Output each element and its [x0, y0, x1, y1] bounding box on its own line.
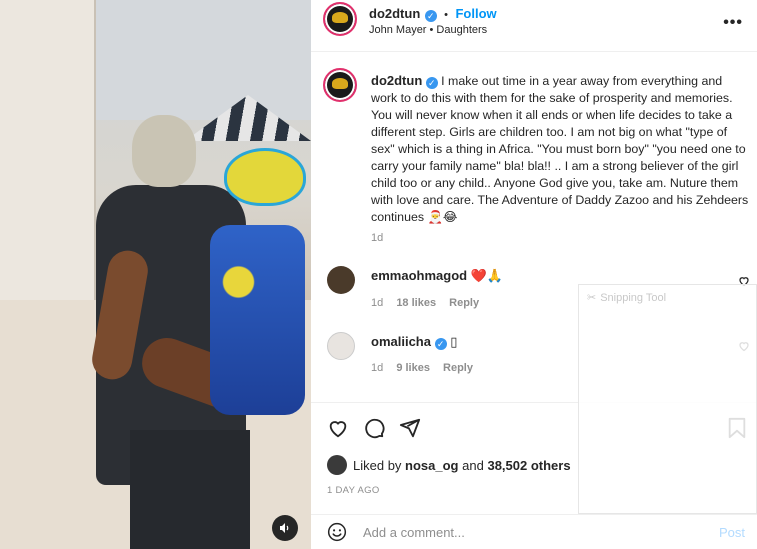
caption-text: I make out time in a year away from ever… [371, 74, 749, 224]
comment-input[interactable]: Add a comment... [363, 525, 465, 540]
audio-toggle-button[interactable] [272, 515, 298, 541]
liker-username[interactable]: nosa_og [405, 458, 458, 473]
author-avatar[interactable] [323, 2, 357, 36]
caption-username[interactable]: do2dtun [371, 73, 422, 88]
verified-icon: ✓ [425, 77, 438, 89]
comment-username[interactable]: emmaohmagod [371, 268, 467, 283]
comment-meta: 1d 18 likes Reply [371, 297, 479, 309]
comment-text: ❤️🙏 [470, 268, 504, 283]
caption-time: 1d [371, 232, 384, 244]
comment-meta: 1d 9 likes Reply [371, 362, 473, 374]
author-line: do2dtun ✓ • Follow [369, 5, 497, 23]
reply-button[interactable]: Reply [443, 362, 473, 374]
reply-button[interactable]: Reply [449, 297, 479, 309]
author-username[interactable]: do2dtun [369, 6, 420, 21]
post-comment-button[interactable]: Post [719, 525, 745, 540]
comment-avatar[interactable] [327, 266, 355, 294]
caption-avatar[interactable] [323, 68, 357, 102]
comment-likes[interactable]: 18 likes [396, 297, 436, 309]
post-date: 1 DAY AGO [327, 485, 380, 496]
add-comment-bar: Add a comment... Post [311, 514, 757, 549]
liker-avatar[interactable] [327, 455, 347, 475]
comment-avatar[interactable] [327, 332, 355, 360]
girl-figure [210, 225, 305, 415]
and-label: and [462, 458, 484, 473]
likes-summary: Liked by nosa_og and 38,502 others [353, 458, 571, 473]
man-legs [130, 430, 250, 549]
tent [0, 0, 96, 320]
snipping-tool-window[interactable]: ✂ Snipping Tool [578, 284, 757, 514]
more-options-icon[interactable]: ••• [723, 14, 743, 32]
like-heart-icon[interactable] [327, 417, 349, 439]
separator-dot: • [444, 9, 449, 21]
likes-count[interactable]: 38,502 others [487, 458, 570, 473]
comment-username[interactable]: omaliicha [371, 334, 431, 349]
scissors-icon: ✂ [587, 292, 597, 304]
audio-attribution[interactable]: John Mayer • Daughters [369, 24, 487, 36]
verified-icon: ✓ [434, 338, 447, 350]
comment-icon[interactable] [363, 417, 385, 439]
comment-time: 1d [371, 297, 384, 309]
comment-text: ▯ [450, 334, 458, 349]
comment-time: 1d [371, 362, 384, 374]
girl-headwrap [224, 148, 306, 206]
verified-icon: ✓ [424, 10, 437, 22]
comment-item: emmaohmagod ❤️🙏 [371, 268, 741, 284]
post-video[interactable] [0, 0, 311, 549]
post-header: do2dtun ✓ • Follow John Mayer • Daughter… [311, 0, 757, 52]
speaker-icon [280, 523, 289, 533]
comment-likes[interactable]: 9 likes [396, 362, 430, 374]
snipping-tool-title: ✂ Snipping Tool [587, 292, 667, 304]
liked-by-label: Liked by [353, 458, 402, 473]
follow-button[interactable]: Follow [455, 6, 496, 21]
caption: do2dtun ✓ I make out time in a year away… [371, 72, 749, 226]
emoji-icon[interactable] [327, 522, 347, 542]
man-head [132, 115, 196, 187]
share-icon[interactable] [399, 417, 421, 439]
